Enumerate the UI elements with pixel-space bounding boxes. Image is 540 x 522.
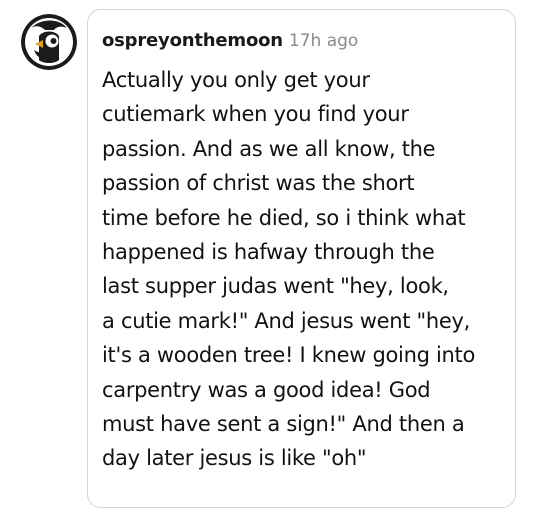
comment-text-line: time before he died, so i think what	[102, 205, 466, 230]
username-link[interactable]: ospreyonthemoon	[102, 30, 283, 51]
comment-bubble: ospreyonthemoon 17h ago Actually you onl…	[87, 9, 516, 508]
timestamp: 17h ago	[288, 31, 359, 51]
comment-text-line: day later jesus is like "oh"	[102, 446, 367, 471]
comment-text: Actually you only get your cutiemark whe…	[102, 63, 501, 476]
comment-text-line: passion. And as we all know, the	[102, 136, 436, 161]
comment-text-line: last supper judas went "hey, look,	[102, 274, 449, 299]
comment-text-line: cutiemark when you find your	[102, 102, 409, 127]
comment-meta: ospreyonthemoon 17h ago	[102, 30, 501, 54]
comment-text-line: a cutie mark!" And jesus went "hey,	[102, 308, 471, 333]
comment-text-line: it's a wooden tree! I knew going into	[102, 343, 476, 368]
avatar[interactable]	[21, 14, 77, 70]
comment-text-line: must have sent a sign!" And then a	[102, 412, 465, 437]
comment-text-line: passion of christ was the short	[102, 171, 415, 196]
comment-text-line: happened is hafway through the	[102, 240, 435, 265]
comment-text-line: Actually you only get your	[102, 68, 370, 92]
comment-text-line: carpentry was a good idea! God	[102, 377, 431, 402]
penguin-avatar-icon	[21, 14, 77, 70]
